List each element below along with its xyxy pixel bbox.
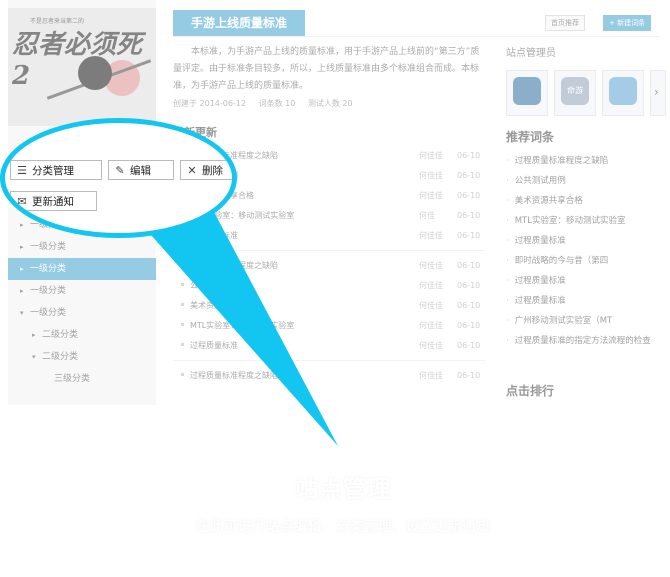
callout-bubble: ☰ 分类管理 ✎ 编辑 ✕ 删除 ✉ 更新通知 (0, 118, 237, 238)
edit-button[interactable]: ✎ 编辑 (108, 160, 174, 180)
category-manage-label: 分类管理 (32, 165, 74, 177)
list-icon: ☰ (17, 165, 27, 177)
delete-button[interactable]: ✕ 删除 (180, 160, 232, 180)
edit-icon: ✎ (115, 165, 125, 177)
update-notice-label: 更新通知 (32, 196, 74, 208)
close-icon: ✕ (187, 165, 197, 177)
update-notice-button[interactable]: ✉ 更新通知 (10, 191, 97, 211)
edit-label: 编辑 (130, 165, 151, 177)
mail-icon: ✉ (17, 196, 27, 208)
caption-title: 站点管理 (294, 475, 391, 503)
caption-subtitle: 在此可进行站点编辑、分类管理、设置更新通知 (195, 519, 490, 535)
category-manage-button[interactable]: ☰ 分类管理 (10, 160, 102, 180)
delete-label: 删除 (202, 165, 223, 177)
